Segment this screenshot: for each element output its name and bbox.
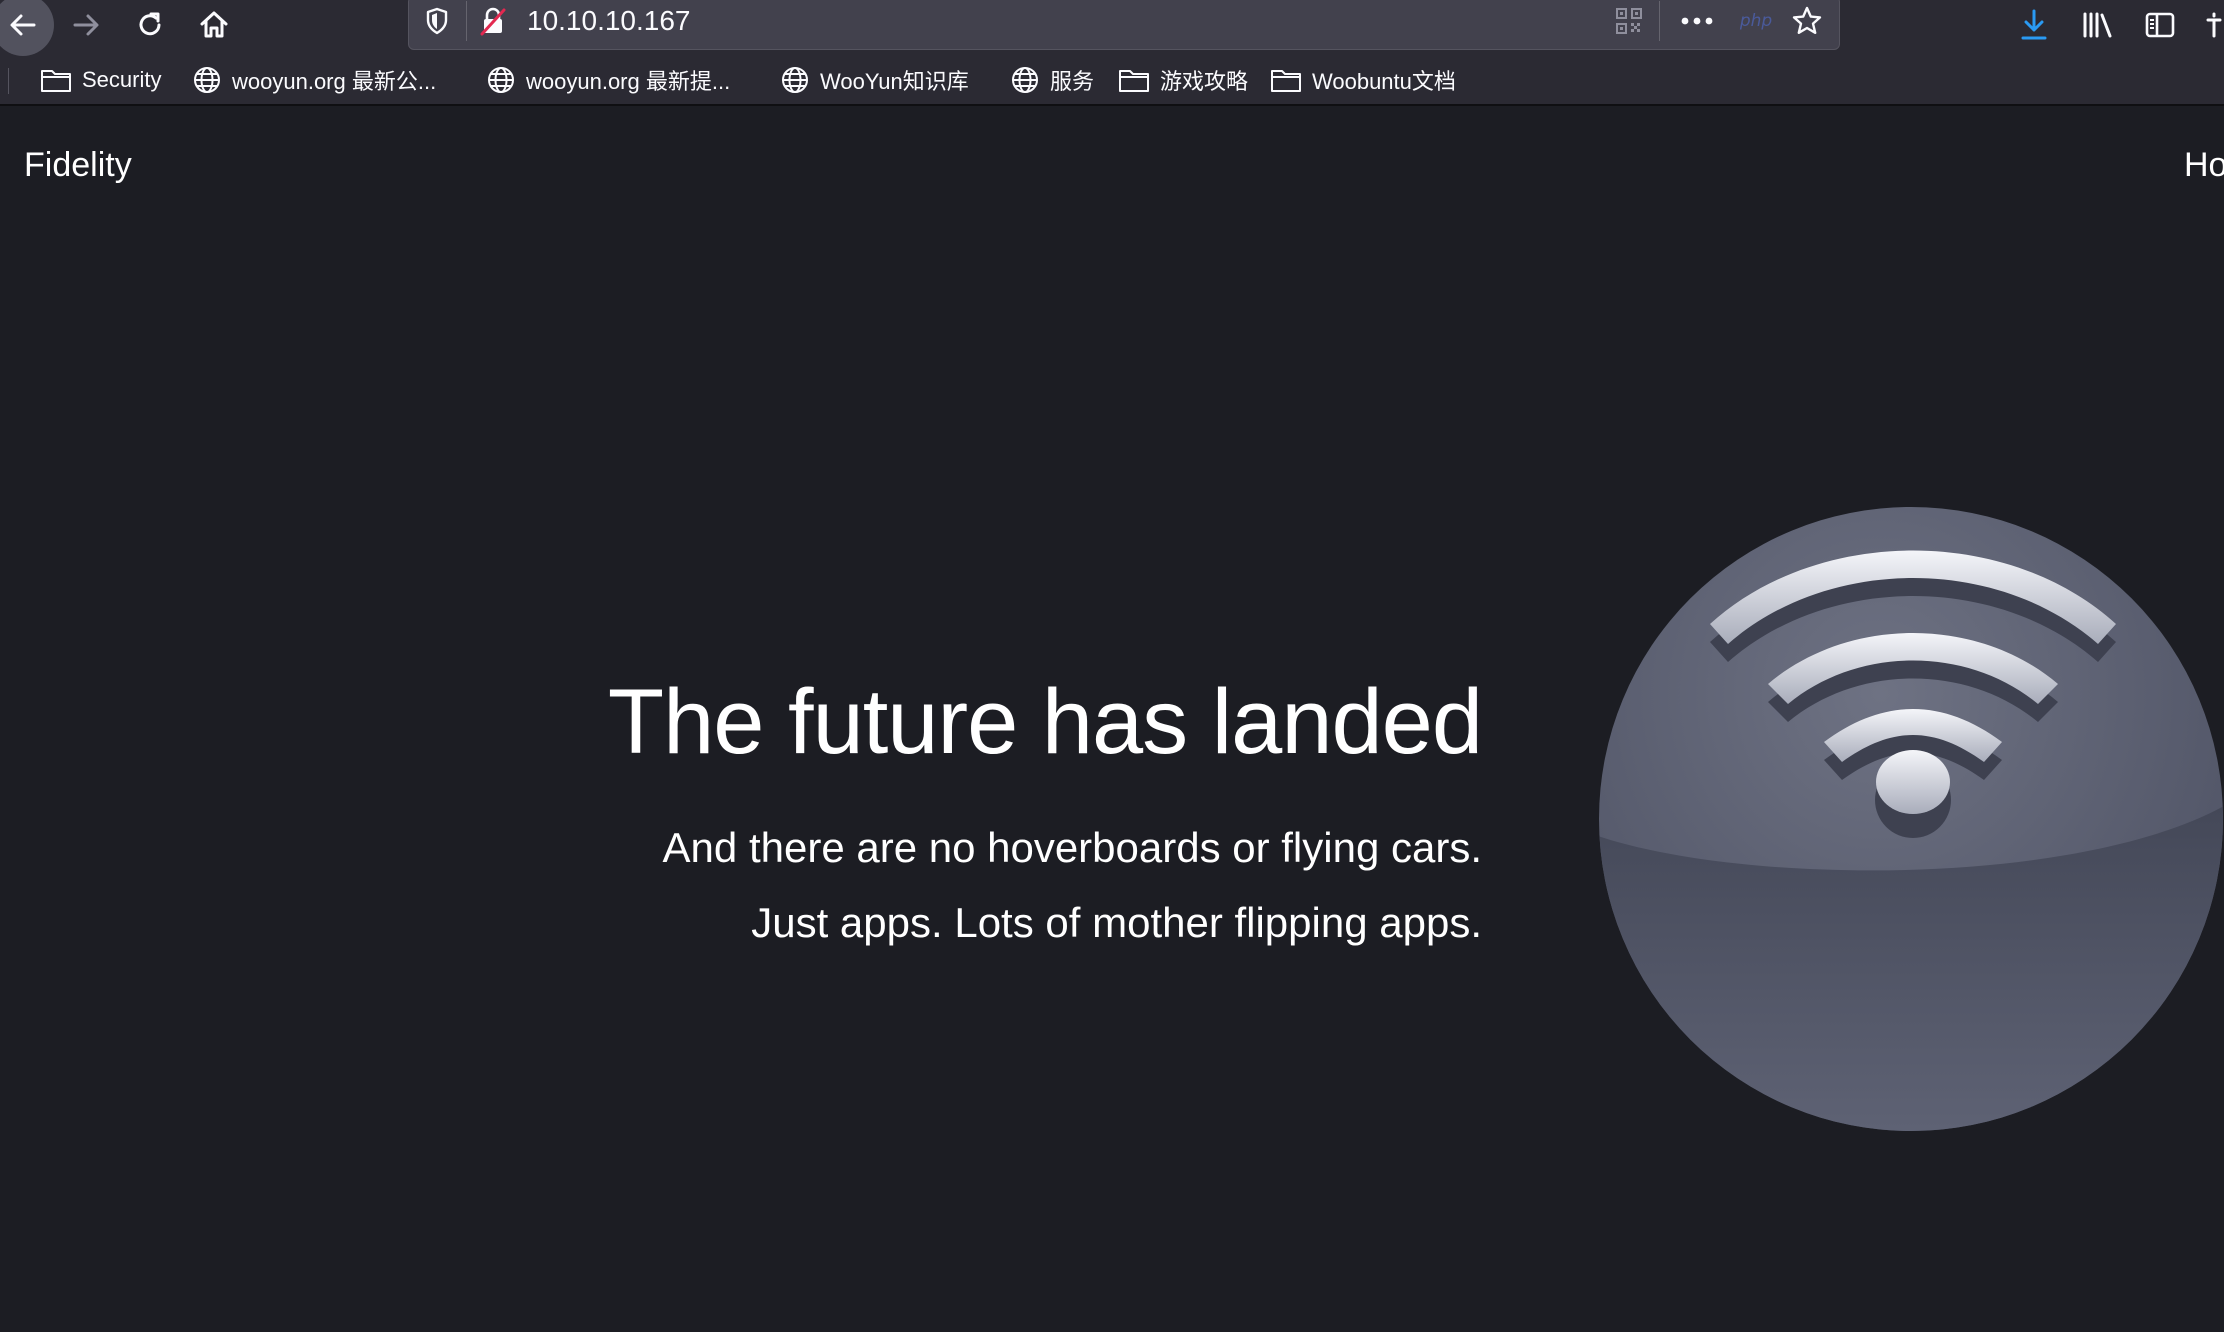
bookmark-label: wooyun.org 最新公...	[232, 69, 437, 94]
download-icon	[2021, 9, 2047, 40]
bookmark-label: wooyun.org 最新提...	[526, 69, 731, 94]
bookmark-label: Woobuntu文档	[1312, 69, 1456, 94]
arrow-left-icon	[10, 14, 36, 36]
bookmark-wooyun-knowledge[interactable]: WooYun知识库	[780, 64, 969, 96]
bookmark-wooyun-submissions[interactable]: wooyun.org 最新提...	[486, 64, 730, 96]
php-badge: php	[1739, 11, 1773, 31]
hero-title: The future has landed	[607, 671, 1483, 773]
bookmark-security[interactable]: Security	[40, 64, 161, 96]
url-divider	[1659, 1, 1660, 41]
bookmarks-separator	[8, 68, 9, 94]
folder-icon	[1119, 70, 1149, 92]
bookmarks-toolbar: Security wooyun.org 最新公... wooyun.org 最新…	[0, 56, 2224, 106]
arrow-right-icon	[73, 14, 99, 36]
library-icon	[2083, 12, 2112, 38]
insecure-lock-icon[interactable]	[475, 0, 511, 43]
forward-button[interactable]	[56, 0, 116, 50]
url-divider	[466, 1, 467, 41]
shield-icon[interactable]	[419, 0, 455, 43]
browser-toolbar: 10.10.10.167 php	[0, 0, 2224, 56]
globe-icon	[1012, 67, 1038, 93]
globe-icon	[488, 67, 514, 93]
page-content: Fidelity Ho The future has landed And th…	[0, 106, 2224, 1332]
sidebar-button[interactable]	[2130, 0, 2190, 50]
bookmark-woobuntu-docs[interactable]: Woobuntu文档	[1270, 64, 1456, 96]
reload-button[interactable]	[120, 0, 180, 50]
reload-icon	[139, 12, 161, 36]
nav-link-home[interactable]: Ho	[2184, 146, 2224, 185]
url-bar[interactable]: 10.10.10.167 php	[408, 0, 1840, 50]
bookmark-wooyun-announcements[interactable]: wooyun.org 最新公...	[192, 64, 436, 96]
library-button[interactable]	[2068, 0, 2128, 50]
globe-icon	[194, 67, 220, 93]
qr-code-icon[interactable]	[1611, 0, 1647, 43]
ellipsis-icon[interactable]	[1677, 0, 1717, 43]
home-icon	[200, 11, 228, 38]
bookmark-game-guides[interactable]: 游戏攻略	[1118, 64, 1248, 96]
back-button[interactable]	[0, 0, 54, 56]
hero-subtitle-line-1: And there are no hoverboards or flying c…	[662, 824, 1482, 871]
overflow-toolbar-button[interactable]	[2196, 0, 2224, 50]
bookmark-label: WooYun知识库	[820, 69, 969, 94]
sidebar-icon	[2145, 12, 2175, 38]
home-button[interactable]	[184, 0, 244, 50]
extension-icon	[2206, 12, 2222, 38]
downloads-button[interactable]	[2004, 0, 2064, 50]
globe-icon	[782, 67, 808, 93]
wifi-sphere-icon	[1599, 507, 2223, 1131]
bookmark-services[interactable]: 服务	[1010, 64, 1094, 96]
bookmark-label: 服务	[1050, 69, 1095, 94]
hero-subtitle-line-2: Just apps. Lots of mother flipping apps.	[751, 899, 1482, 946]
bookmark-label: Security	[82, 67, 162, 92]
site-brand-link[interactable]: Fidelity	[24, 146, 132, 185]
bookmark-label: 游戏攻略	[1160, 69, 1249, 94]
star-icon[interactable]	[1787, 0, 1827, 43]
folder-icon	[41, 70, 71, 92]
php-extension-icon[interactable]: php	[1733, 0, 1779, 43]
folder-icon	[1271, 70, 1301, 92]
url-text[interactable]: 10.10.10.167	[527, 1, 691, 41]
